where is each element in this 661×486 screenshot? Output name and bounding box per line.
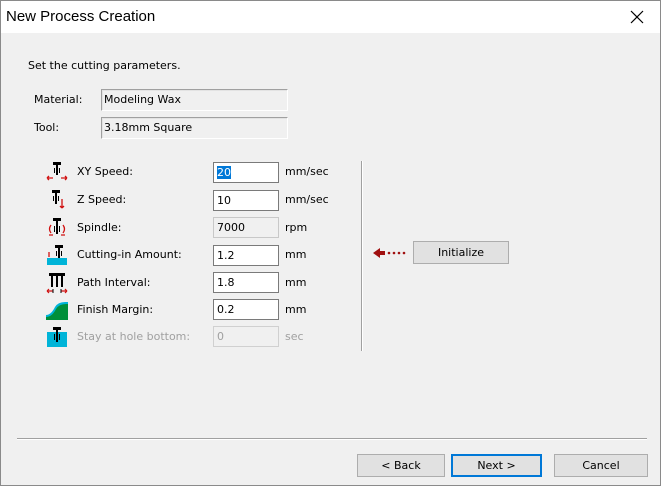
spindle-field: 7000 [213, 217, 279, 238]
initialize-button[interactable]: Initialize [413, 241, 509, 264]
hole-bottom-unit: sec [285, 330, 304, 343]
cutting-in-icon [47, 245, 67, 265]
hole-bottom-icon [47, 327, 67, 347]
xy-speed-input[interactable]: 20 [213, 162, 279, 183]
z-speed-input[interactable]: 10 [213, 190, 279, 211]
xy-speed-icon [46, 162, 68, 181]
tool-field: 3.18mm Square [101, 117, 288, 139]
window-title: New Process Creation [6, 8, 156, 25]
title-bar: New Process Creation [1, 1, 660, 33]
hole-bottom-label: Stay at hole bottom: [77, 330, 191, 343]
xy-speed-label: XY Speed: [77, 165, 133, 178]
instructions-text: Set the cutting parameters. [28, 59, 181, 72]
cutting-in-unit: mm [285, 248, 307, 261]
z-speed-icon [52, 190, 65, 209]
finish-margin-icon [46, 302, 68, 320]
horizontal-divider [17, 438, 647, 440]
close-button[interactable] [614, 1, 660, 33]
spindle-icon [48, 218, 66, 236]
close-icon [630, 10, 644, 24]
vertical-divider [361, 161, 363, 351]
path-interval-icon [46, 273, 68, 294]
spindle-unit: rpm [285, 221, 308, 234]
hole-bottom-input: 0 [213, 326, 279, 347]
path-interval-label: Path Interval: [77, 276, 151, 289]
z-speed-label: Z Speed: [77, 193, 127, 206]
finish-margin-input[interactable]: 0.2 [213, 299, 279, 320]
spindle-label: Spindle: [77, 221, 122, 234]
back-button[interactable]: < Back [357, 454, 445, 477]
z-speed-unit: mm/sec [285, 193, 329, 206]
finish-margin-unit: mm [285, 303, 307, 316]
cutting-in-label: Cutting-in Amount: [77, 248, 182, 261]
next-button[interactable]: Next > [451, 454, 542, 477]
tool-label: Tool: [34, 121, 60, 134]
cutting-in-input[interactable]: 1.2 [213, 245, 279, 266]
xy-speed-value: 20 [217, 166, 231, 179]
xy-speed-unit: mm/sec [285, 165, 329, 178]
path-interval-unit: mm [285, 276, 307, 289]
path-interval-input[interactable]: 1.8 [213, 272, 279, 293]
cancel-button[interactable]: Cancel [554, 454, 648, 477]
new-process-dialog: New Process Creation Set the cutting par… [0, 0, 661, 486]
material-label: Material: [34, 93, 83, 106]
arrow-left-icon [373, 248, 406, 258]
finish-margin-label: Finish Margin: [77, 303, 154, 316]
material-field: Modeling Wax [101, 89, 288, 111]
